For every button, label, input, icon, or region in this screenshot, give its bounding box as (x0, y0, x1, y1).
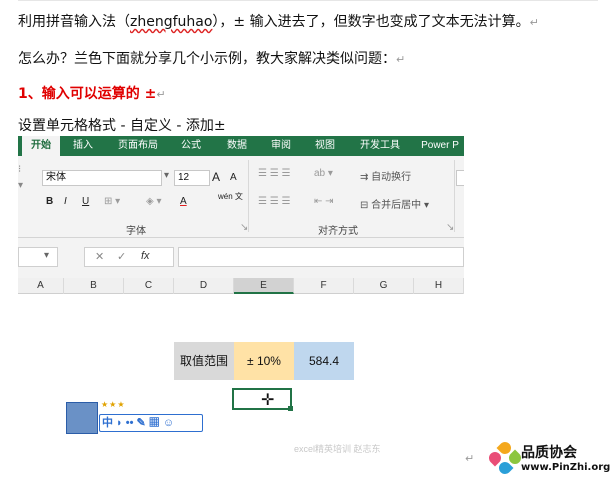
wrap-text-button[interactable]: ⇉ 自动换行 (360, 168, 411, 183)
column-header[interactable]: B (64, 278, 124, 294)
top-divider (18, 0, 598, 1)
paragraph-mark: ↵ (465, 452, 475, 465)
tab-page-layout[interactable]: 页面布局 (110, 136, 166, 156)
merge-chevron-icon: ▾ (421, 200, 429, 211)
logo-title: 品质协会 (521, 445, 577, 461)
article-line-2: 怎么办？兰色下面就分享几个小示例，教大家解决类似问题：↵ (18, 49, 405, 70)
insert-function-icon[interactable]: fx (141, 250, 150, 262)
cancel-icon[interactable]: ✕ (95, 250, 104, 263)
section-heading: 1、输入可以运算的 ±↵ (18, 84, 166, 105)
site-logo: 品质协会 www.PinZhi.org (485, 439, 613, 480)
column-header-selected[interactable]: E (234, 278, 294, 294)
line2-text: 怎么办？兰色下面就分享几个小示例，教大家解决类似问题： (18, 51, 396, 67)
font-name-select[interactable]: 宋体 (42, 170, 162, 186)
tab-formulas[interactable]: 公式 (174, 136, 208, 156)
paragraph-mark: ↵ (156, 88, 166, 101)
mouse-cursor-icon: ✛ (261, 392, 275, 409)
excel-watermark: excel精英培训 赵志东 (294, 444, 381, 454)
column-header[interactable]: D (174, 278, 234, 294)
line4-text: 设置单元格格式 - 自定义 - 添加± (18, 118, 226, 134)
confirm-icon[interactable]: ✓ (117, 250, 126, 263)
ime-stars: ★★★ (101, 400, 126, 409)
column-header[interactable]: C (124, 278, 174, 294)
align-top-icon[interactable]: ☰ ☰ ☰ (258, 168, 290, 179)
orientation-icon[interactable]: ab ▾ (314, 168, 333, 179)
phonetic-button[interactable]: wén 文 (218, 192, 243, 201)
ime-skin-image (66, 402, 98, 434)
paragraph-mark: ↵ (529, 16, 539, 29)
ribbon-copy-edge: ▾ (18, 180, 24, 191)
cell-value[interactable]: 584.4 (294, 342, 354, 380)
wrap-text-label: 自动换行 (371, 172, 412, 183)
font-color-button[interactable]: A (180, 196, 187, 207)
tab-view[interactable]: 视图 (308, 136, 342, 156)
name-box[interactable] (18, 247, 58, 267)
line1-pre: 利用拼音输入法（ (18, 14, 130, 30)
line1-post: ），± 输入进去了，但数字也变成了文本无法计算。 (212, 14, 530, 30)
font-name-chevron-icon[interactable]: ▾ (164, 170, 169, 181)
column-header[interactable]: G (354, 278, 414, 294)
merge-center-label: 合并后居中 (371, 200, 422, 211)
ribbon-tabs: 开始 插入 页面布局 公式 数据 审阅 视图 开发工具 Power P (18, 136, 464, 156)
column-header[interactable]: F (294, 278, 354, 294)
name-box-chevron-icon[interactable]: ▾ (44, 250, 49, 261)
borders-icon[interactable]: ⊞ ▾ (104, 196, 120, 207)
fill-color-icon[interactable]: ◈ ▾ (146, 196, 162, 207)
tab-power-pivot[interactable]: Power P (416, 136, 464, 156)
italic-button[interactable]: I (64, 196, 67, 207)
ribbon-separator (248, 160, 249, 232)
fill-handle[interactable] (288, 406, 293, 411)
group-font-label: 字体 (126, 226, 146, 237)
column-header[interactable]: A (18, 278, 64, 294)
font-size-select[interactable]: 12 (174, 170, 210, 186)
indent-icon[interactable]: ⇤ ⇥ (314, 196, 334, 207)
formula-controls: ✕ ✓ fx (84, 247, 174, 267)
tab-home[interactable]: 开始 (22, 136, 60, 156)
formula-bar: ▾ ✕ ✓ fx (18, 238, 464, 278)
tab-review[interactable]: 审阅 (264, 136, 298, 156)
wrap-text-icon: ⇉ (360, 172, 372, 183)
logo-url: www.PinZhi.org (521, 462, 611, 473)
heading-text: 1、输入可以运算的 ± (18, 86, 157, 102)
cell-percent[interactable]: ± 10% (234, 342, 294, 380)
ribbon-separator (454, 160, 455, 232)
merge-center-icon: ⊟ (360, 200, 372, 211)
group-alignment-label: 对齐方式 (318, 226, 358, 237)
tab-developer[interactable]: 开发工具 (352, 136, 408, 156)
merge-center-button[interactable]: ⊟ 合并后居中 ▾ (360, 196, 429, 211)
column-header[interactable]: H (414, 278, 464, 294)
ime-status-bar[interactable]: 中 ◗ •• ✎ ▦ ☺ (99, 414, 203, 432)
underline-button[interactable]: U (82, 196, 89, 207)
tab-insert[interactable]: 插入 (66, 136, 100, 156)
shrink-font-button[interactable]: A (230, 172, 237, 183)
tab-data[interactable]: 数据 (220, 136, 254, 156)
formula-input[interactable] (178, 247, 464, 267)
ribbon: ⁝ ▾ 宋体 ▾ 12 A A B I U ⊞ ▾ ◈ ▾ A wén 文 字体… (18, 156, 464, 238)
ribbon-cut-edge: ⁝ (18, 164, 22, 175)
cell-range-label[interactable]: 取值范围 (174, 342, 234, 380)
align-left-icon[interactable]: ☰ ☰ ☰ (258, 196, 290, 207)
number-format-select[interactable] (456, 170, 464, 186)
paragraph-mark: ↵ (396, 53, 406, 66)
column-headers: A B C D E F G H (18, 278, 464, 294)
ime-toolbar: ★★★ 中 ◗ •• ✎ ▦ ☺ (66, 400, 206, 436)
article-line-1: 利用拼音输入法（zhengfuhao），± 输入进去了，但数字也变成了文本无法计… (18, 12, 539, 33)
bold-button[interactable]: B (46, 196, 53, 207)
article-line-4: 设置单元格格式 - 自定义 - 添加± (18, 116, 226, 136)
grow-font-button[interactable]: A (212, 170, 220, 184)
excel-screenshot: 开始 插入 页面布局 公式 数据 审阅 视图 开发工具 Power P ⁝ ▾ … (18, 136, 464, 464)
pinyin-word: zhengfuhao (130, 14, 213, 30)
